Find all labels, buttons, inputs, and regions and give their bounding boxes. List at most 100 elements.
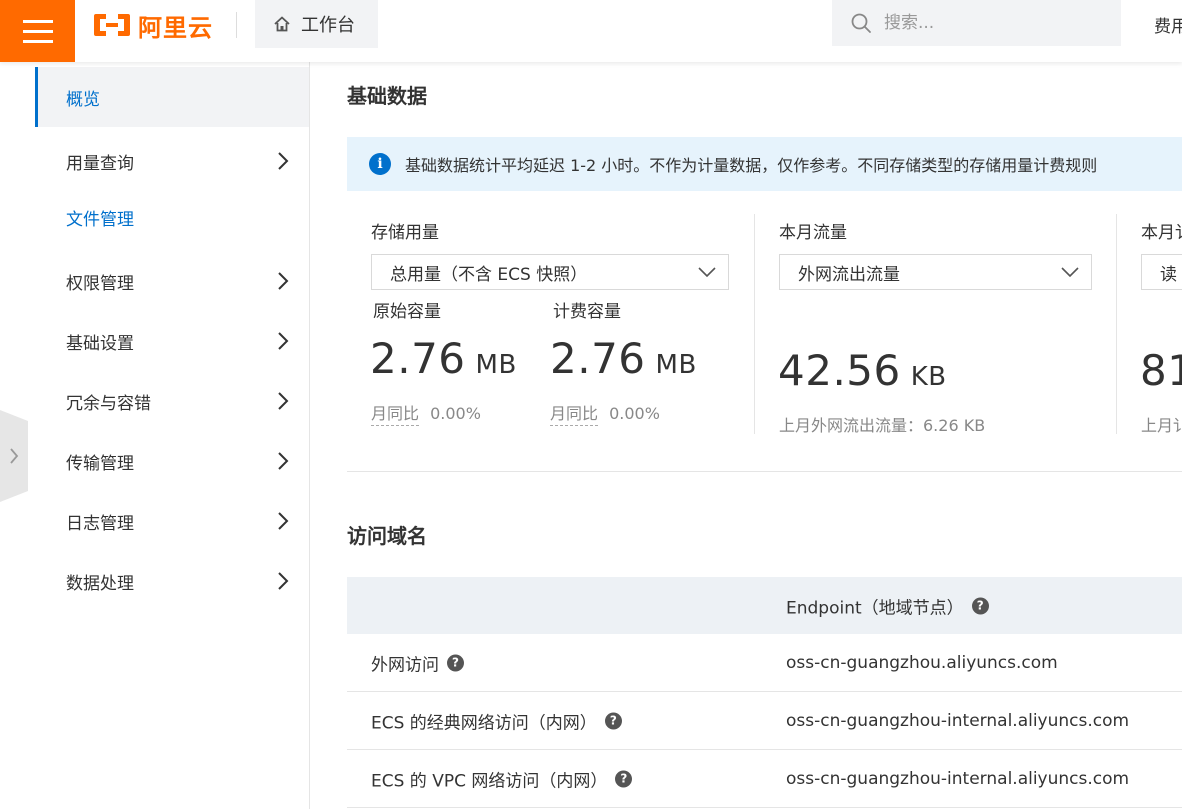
original-capacity-value: 2.76 MB (370, 334, 517, 383)
billing-capacity-unit: MB (655, 350, 697, 380)
home-icon (274, 16, 290, 32)
fee-link[interactable]: 费用 (1154, 12, 1182, 37)
table-row: ECS 的 VPC 网络访问（内网） ? oss-cn-guangzhou-in… (347, 750, 1182, 808)
help-icon[interactable]: ? (604, 712, 622, 729)
search-box[interactable] (832, 0, 1121, 46)
sidebar-item-label: 日志管理 (66, 513, 134, 534)
chevron-right-icon (278, 272, 289, 290)
sidebar-item-label: 冗余与容错 (66, 393, 151, 414)
sidebar-item-log-management[interactable]: 日志管理 (35, 491, 309, 551)
row-name: ECS 的 VPC 网络访问（内网） ? (371, 766, 633, 791)
section-divider (347, 471, 1182, 472)
aliyun-logo-icon (94, 14, 130, 36)
mom-label[interactable]: 月同比 (371, 404, 420, 426)
help-icon[interactable]: ? (447, 654, 464, 671)
storage-type-value: 总用量（不含 ECS 快照） (390, 264, 588, 285)
sidebar-item-label: 数据处理 (66, 573, 134, 594)
mom-value: 0.00% (430, 404, 481, 423)
request-type-value: 读 (1160, 264, 1177, 285)
billing-capacity-number: 2.76 (550, 334, 646, 383)
sidebar-item-transfer-management[interactable]: 传输管理 (35, 431, 309, 491)
row-name-label: 外网访问 (371, 655, 439, 675)
endpoint-header-label: Endpoint（地域节点） (786, 598, 964, 618)
endpoint-column-header: Endpoint（地域节点） ? (786, 593, 989, 618)
row-name: 外网访问 ? (371, 650, 464, 675)
endpoint-table-header: Endpoint（地域节点） ? (347, 577, 1182, 634)
section-title-access-domain: 访问域名 (347, 524, 427, 548)
chevron-right-icon (278, 452, 289, 470)
chevron-down-icon (1061, 267, 1079, 277)
menu-icon[interactable] (0, 0, 75, 62)
workbench-button[interactable]: 工作台 (255, 0, 378, 48)
row-endpoint: oss-cn-guangzhou-internal.aliyuncs.com (786, 768, 1130, 789)
column-divider (1116, 214, 1117, 434)
sidebar-item-label: 传输管理 (66, 453, 134, 474)
billing-capacity-value: 2.76 MB (550, 334, 697, 383)
monthly-requests-label: 本月讠 (1141, 223, 1182, 243)
sidebar-item-overview[interactable]: 概览 (35, 67, 309, 127)
chevron-right-icon (278, 572, 289, 590)
row-name-label: ECS 的 VPC 网络访问（内网） (371, 771, 608, 791)
chevron-right-icon (10, 448, 19, 464)
row-endpoint: oss-cn-guangzhou.aliyuncs.com (786, 652, 1058, 673)
storage-usage-label: 存储用量 (371, 223, 439, 243)
sidebar-item-redundancy[interactable]: 冗余与容错 (35, 371, 309, 431)
sidebar-item-label: 基础设置 (66, 333, 134, 354)
chevron-right-icon (278, 392, 289, 410)
sidebar-item-file-management[interactable]: 文件管理 (35, 187, 309, 247)
last-month-requests: 上月讠 (1141, 416, 1182, 435)
sidebar-item-permission-management[interactable]: 权限管理 (35, 251, 309, 311)
original-capacity-number: 2.76 (370, 334, 466, 383)
monthly-requests-value: 81 (1140, 346, 1182, 395)
sidebar-item-label: 用量查询 (66, 153, 134, 174)
storage-type-select[interactable]: 总用量（不含 ECS 快照） (371, 254, 729, 290)
table-row: ECS 的经典网络访问（内网） ? oss-cn-guangzhou-inter… (347, 692, 1182, 750)
logo-text: 阿里云 (138, 13, 213, 42)
request-type-select[interactable]: 读 (1141, 254, 1182, 290)
sidebar-item-basic-settings[interactable]: 基础设置 (35, 311, 309, 371)
original-capacity-label: 原始容量 (373, 302, 441, 322)
monthly-traffic-label: 本月流量 (779, 223, 847, 243)
chevron-right-icon (278, 332, 289, 350)
section-title-basic-data: 基础数据 (347, 84, 427, 108)
mom-value: 0.00% (609, 404, 660, 423)
workbench-label: 工作台 (301, 15, 355, 36)
billing-capacity-compare: 月同比 0.00% (550, 400, 660, 426)
traffic-type-value: 外网流出流量 (798, 264, 900, 285)
sidebar-toggle[interactable] (0, 410, 28, 502)
search-icon (851, 13, 871, 33)
chevron-down-icon (698, 267, 716, 277)
top-bar: 阿里云 工作台 费用 (0, 0, 1182, 62)
search-input[interactable] (884, 13, 1104, 33)
sidebar-item-label: 文件管理 (66, 209, 134, 230)
column-divider (754, 214, 755, 434)
help-icon[interactable]: ? (615, 770, 633, 787)
sidebar-item-label: 概览 (66, 89, 100, 110)
row-name: ECS 的经典网络访问（内网） ? (371, 708, 622, 733)
aliyun-logo[interactable]: 阿里云 (92, 10, 213, 42)
monthly-traffic-unit: KB (910, 362, 947, 392)
original-capacity-compare: 月同比 0.00% (371, 400, 481, 426)
notice-text: 基础数据统计平均延迟 1-2 小时。不作为计量数据，仅作参考。不同存储类型的存储… (405, 156, 1098, 175)
monthly-traffic-number: 42.56 (778, 346, 901, 395)
info-icon: i (369, 153, 391, 175)
last-month-traffic: 上月外网流出流量：6.26 KB (779, 416, 986, 435)
help-icon[interactable]: ? (971, 597, 989, 614)
row-endpoint: oss-cn-guangzhou-internal.aliyuncs.com (786, 710, 1130, 731)
original-capacity-unit: MB (475, 350, 517, 380)
mom-label[interactable]: 月同比 (550, 404, 599, 426)
divider (236, 12, 237, 38)
billing-capacity-label: 计费容量 (553, 302, 621, 322)
traffic-type-select[interactable]: 外网流出流量 (779, 254, 1092, 290)
main-content: 基础数据 i 基础数据统计平均延迟 1-2 小时。不作为计量数据，仅作参考。不同… (310, 62, 1182, 809)
info-notice: i 基础数据统计平均延迟 1-2 小时。不作为计量数据，仅作参考。不同存储类型的… (347, 137, 1182, 191)
row-name-label: ECS 的经典网络访问（内网） (371, 713, 597, 733)
chevron-right-icon (278, 152, 289, 170)
monthly-traffic-value: 42.56 KB (778, 346, 947, 395)
table-row: 外网访问 ? oss-cn-guangzhou.aliyuncs.com (347, 634, 1182, 692)
sidebar-item-usage-query[interactable]: 用量查询 (35, 131, 309, 191)
sidebar-item-data-processing[interactable]: 数据处理 (35, 551, 309, 611)
sidebar-item-label: 权限管理 (66, 273, 134, 294)
chevron-right-icon (278, 512, 289, 530)
sidebar: 概览 用量查询 文件管理 权限管理 基础设置 冗余与容错 传输管理 日志管理 数… (0, 62, 310, 809)
